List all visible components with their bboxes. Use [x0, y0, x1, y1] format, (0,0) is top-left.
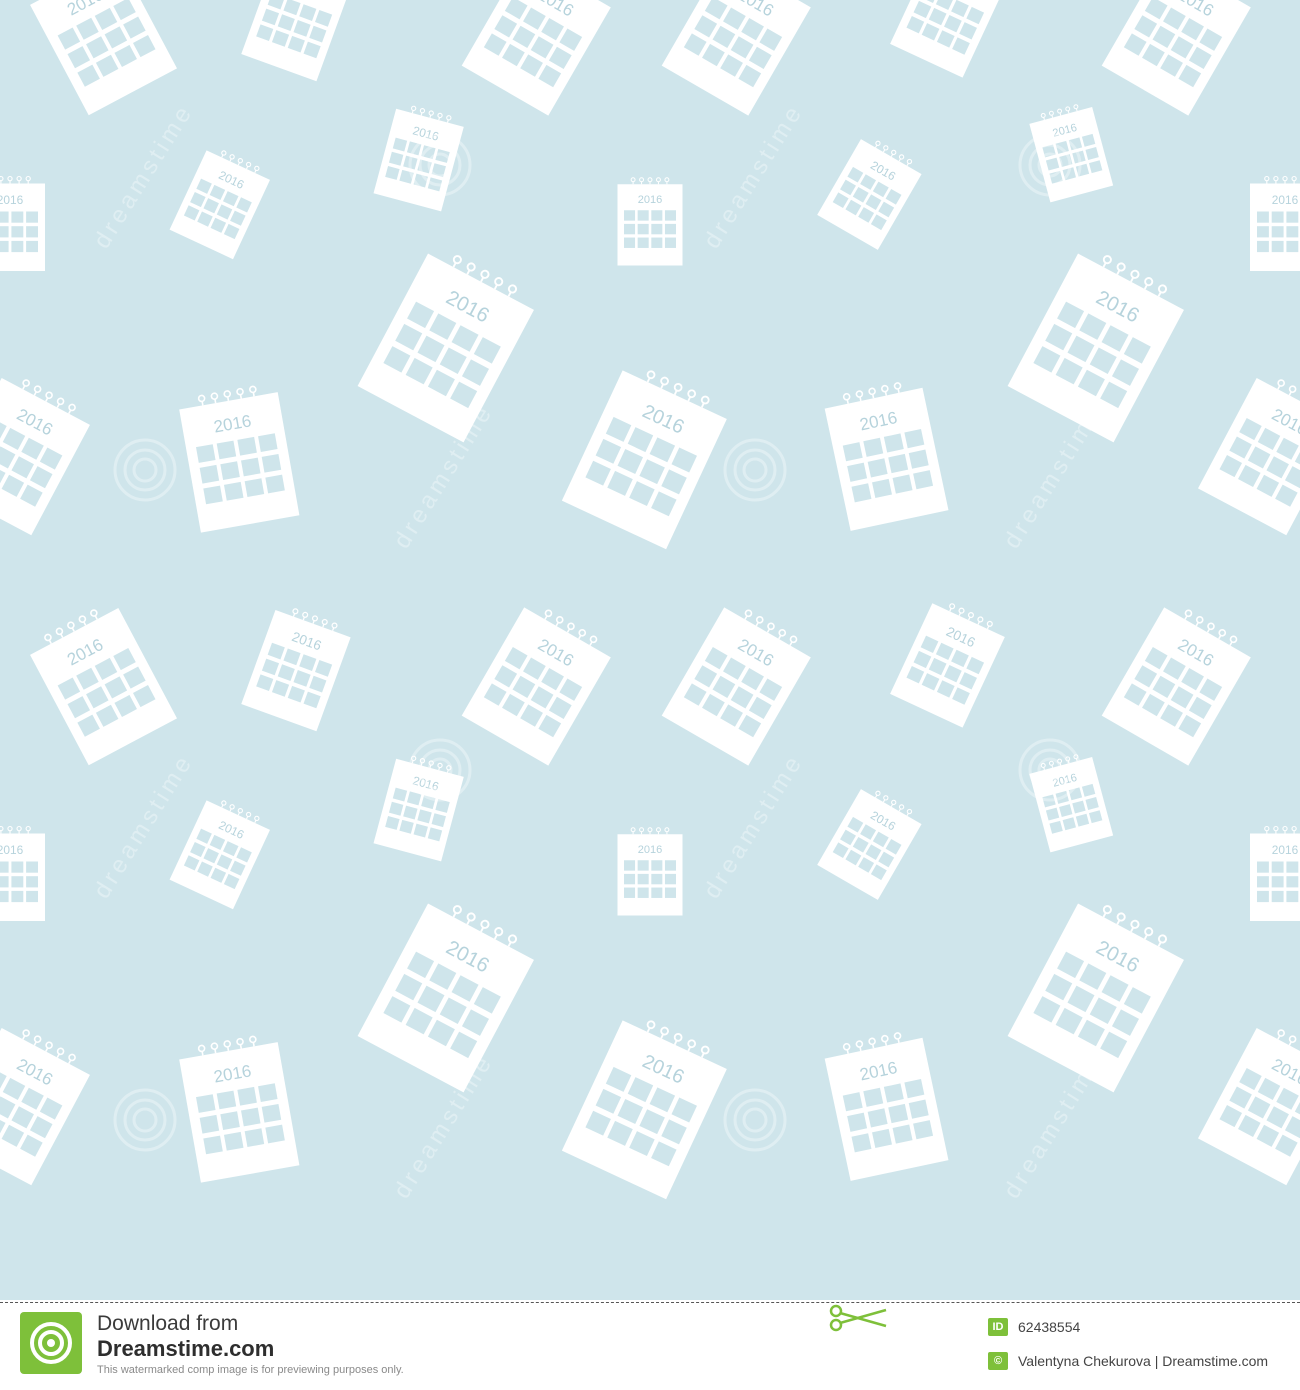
calendar-icon: 2016: [24, 598, 178, 767]
dreamstime-brand-text: Dreamstime.com: [97, 1336, 275, 1361]
calendar-icon: 2016: [889, 0, 1009, 79]
calendar-icon: 2016: [240, 0, 355, 82]
calendar-icon: 2016: [616, 177, 684, 267]
calendar-year-label: 2016: [0, 843, 24, 857]
calendar-year-label: 2016: [638, 194, 663, 206]
watermark-text: dreamstime: [698, 99, 809, 254]
watermark-text: dreamstime: [698, 749, 809, 904]
calendar-icon: 2016: [0, 368, 96, 537]
calendar-icon: 2016: [660, 597, 817, 767]
calendar-icon: 2016: [372, 101, 467, 212]
image-id: 62438554: [1018, 1319, 1081, 1335]
watermark-text: dreamstime: [998, 399, 1109, 554]
dashed-divider: [0, 1302, 1300, 1303]
calendar-icon: 2016: [0, 1018, 96, 1187]
calendar-pattern-background: 2016 2016 2016 2016 2016 2016 2016 2016 2016 2016…: [0, 0, 1300, 1300]
calendar-icon: 2016: [821, 1027, 950, 1182]
calendar-icon: 2016: [240, 601, 355, 732]
download-from-text: Download from: [97, 1312, 239, 1335]
calendar-icon: 2016: [816, 782, 926, 901]
watermark-spiral: [113, 1088, 177, 1152]
calendar-icon: 2016: [816, 132, 926, 251]
calendar-icon: 2016: [616, 827, 684, 917]
dreamstime-logo-icon: [20, 1312, 82, 1374]
calendar-icon: 2016: [1197, 1018, 1300, 1187]
calendar-pattern: 20162016 20162016201620162016 201620162016…: [0, 0, 1300, 1204]
calendar-icon: 2016: [0, 175, 46, 272]
calendar-icon: 2016: [356, 242, 541, 444]
calendar-icon: 2016: [660, 0, 817, 117]
calendar-icons: 20162016 20162016201620162016 201620162016…: [0, 0, 1300, 1201]
id-badge: ID: [988, 1318, 1008, 1336]
scissors-icon: [829, 1304, 887, 1332]
calendar-icon: 2016: [169, 793, 274, 910]
calendar-icon: 2016: [821, 377, 950, 532]
calendar-icon: 2016: [1249, 175, 1300, 272]
calendar-icon: 2016: [356, 892, 541, 1094]
calendar-icon: 2016: [24, 0, 178, 117]
calendar-year-label: 2016: [0, 193, 24, 207]
watermark-text: dreamstime: [998, 1049, 1109, 1204]
watermark-spiral: [723, 438, 787, 502]
calendar-icon: 2016: [176, 381, 301, 534]
author-credit: Valentyna Chekurova | Dreamstime.com: [1018, 1353, 1269, 1369]
calendar-year-label: 2016: [1272, 843, 1299, 857]
calendar-icon: 2016: [560, 359, 733, 551]
calendar-icon: 2016: [889, 595, 1009, 729]
watermark-spiral: [723, 1088, 787, 1152]
calendar-icon: 2016: [460, 597, 617, 767]
calendar-icon: 2016: [176, 1031, 301, 1184]
calendar-year-label: 2016: [1272, 193, 1299, 207]
watermark-spiral: [408, 738, 472, 802]
calendar-icon: 2016: [1197, 368, 1300, 537]
calendar-icon: 2016: [1100, 597, 1257, 767]
calendar-icon: 2016: [169, 143, 274, 260]
copyright-badge: ©: [988, 1352, 1008, 1370]
calendar-icon: 2016: [560, 1009, 733, 1201]
watermark-footer: Download from Dreamstime.com This waterm…: [0, 1300, 1300, 1390]
calendar-icon: 2016: [1249, 825, 1300, 922]
preview-disclaimer: This watermarked comp image is for previ…: [97, 1364, 404, 1376]
calendar-icon: 2016: [0, 825, 46, 922]
calendar-year-label: 2016: [638, 844, 663, 856]
calendar-icon: 2016: [460, 0, 617, 117]
watermark-spiral: [113, 438, 177, 502]
calendar-icon: 2016: [1100, 0, 1257, 117]
